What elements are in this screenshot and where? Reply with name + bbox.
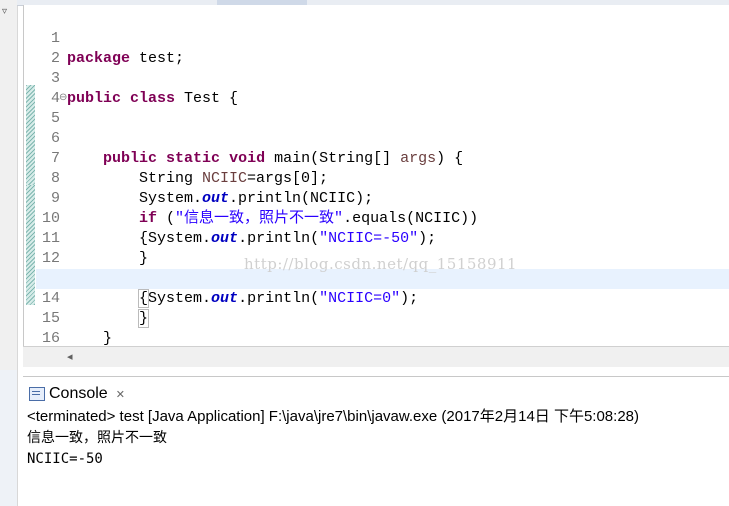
code-line[interactable]: 6 [36,109,729,147]
code-line-current[interactable]: 14 } [36,269,729,328]
code-editor[interactable]: 1 package test; 2 3 public class Test { … [23,5,729,367]
overview-ruler [24,5,36,348]
code-line[interactable]: 9 if ("信息一致，照片不一致".equals(NCIIC)) [36,169,729,227]
console-tab[interactable]: Console ✕ [29,383,125,405]
code-line[interactable]: 16 } [36,309,729,367]
left-trim-bar: ▿ [0,0,18,506]
horizontal-scrollbar[interactable]: ◂ [23,346,729,367]
console-output-line: 信息一致，照片不一致 [27,430,167,446]
code-line[interactable]: 7 String NCIIC=args[0]; [36,129,729,187]
console-status-line: <terminated> test [Java Application] F:\… [23,406,729,428]
code-line[interactable]: 4 [36,69,729,107]
console-output-line: NCIIC=-50 [27,451,103,467]
scroll-left-icon[interactable]: ◂ [67,350,73,363]
console-icon [29,387,45,401]
view-menu-icon[interactable]: ▿ [2,6,7,17]
quick-diff-bar [26,85,35,185]
close-icon[interactable]: ✕ [116,388,125,401]
fold-collapse-icon[interactable]: ⊖ [59,89,67,109]
code-line[interactable]: 13 {System.out.println("NCIIC=0"); [36,249,729,308]
code-line[interactable]: 2 [36,29,729,67]
code-line[interactable]: 15 } [36,289,729,347]
trim-sash [0,370,17,506]
code-line[interactable]: 8 System.out.println(NCIIC); [36,149,729,207]
code-line[interactable]: 11 } [36,209,729,267]
console-view-header: Console ✕ [23,376,729,407]
code-line[interactable]: 5 ⊖ public static void main(String[] arg… [36,89,729,167]
code-line[interactable]: 3 public class Test { [36,49,729,107]
console-output[interactable]: 信息一致，照片不一致 NCIIC=-50 [27,428,167,470]
console-tab-label: Console [49,385,108,402]
quick-diff-bar [26,185,35,305]
code-line[interactable]: 12 else [36,229,729,287]
code-line[interactable]: 1 package test; [36,9,729,67]
code-line[interactable]: 10 {System.out.println("NCIIC=-50"); [36,189,729,247]
